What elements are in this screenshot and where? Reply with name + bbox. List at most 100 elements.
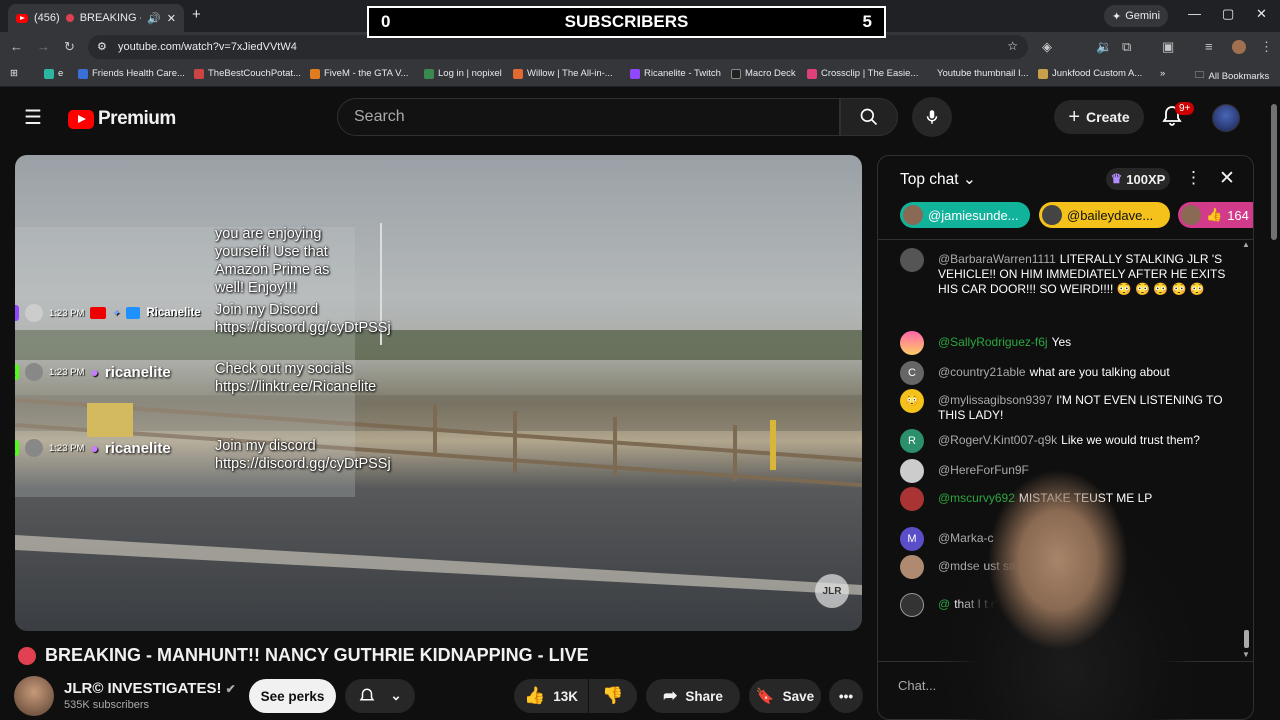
bookmark-star-icon[interactable]: ☆: [1007, 39, 1018, 53]
pinned-chip[interactable]: 👍 164: [1178, 202, 1253, 228]
chat-author[interactable]: @SallyRodriguez-f6j: [938, 335, 1048, 349]
menu-icon[interactable]: ⋮: [1260, 39, 1273, 55]
chat-author[interactable]: @HereForFun9F: [938, 463, 1029, 477]
chat-scrollbar-thumb[interactable]: [1244, 630, 1249, 648]
top-chat-label: Top chat: [900, 171, 959, 188]
chat-author[interactable]: @mdse: [938, 559, 980, 573]
youtube-logo[interactable]: Premium: [68, 108, 176, 130]
dislike-button[interactable]: 👎: [589, 679, 637, 713]
channel-avatar[interactable]: [14, 676, 54, 716]
chat-author[interactable]: @RogerV.Kint007-q9k: [938, 433, 1057, 447]
chat-input[interactable]: Chat...: [898, 678, 936, 693]
bookmark-label: Log in | nopixel: [438, 68, 502, 79]
close-window-icon[interactable]: ✕: [1256, 6, 1267, 22]
address-bar[interactable]: ⚙ youtube.com/watch?v=7xJiedVVtW4 ☆: [88, 35, 1028, 59]
xp-badge[interactable]: ♛ 100XP: [1106, 168, 1170, 190]
gemini-button[interactable]: ✦ Gemini: [1104, 5, 1169, 27]
search-button[interactable]: [840, 98, 898, 136]
speaker-icon[interactable]: 🔊: [147, 12, 161, 25]
chat-menu-icon[interactable]: ⋮: [1185, 168, 1202, 188]
bookmark-favicon-icon: [731, 68, 741, 79]
overlay-right-count: 5: [862, 12, 872, 31]
chat-author[interactable]: @Marka-c: [938, 531, 994, 545]
apps-icon[interactable]: ⊞: [10, 68, 18, 79]
bookmark-label: Friends Health Care...: [92, 68, 185, 79]
chat-scroll-up-icon[interactable]: ▲: [1242, 240, 1250, 249]
bookmark-item[interactable]: Junkfood Custom A...: [1038, 68, 1142, 79]
new-tab-icon[interactable]: +: [192, 6, 201, 23]
reload-icon[interactable]: ↻: [64, 39, 75, 55]
overlay-time: 1:23 PM: [49, 307, 85, 319]
notifications-button[interactable]: ⌄: [345, 679, 415, 713]
folder-icon: 🗀: [1195, 70, 1205, 81]
video-player[interactable]: you are enjoying yourself! Use that Amaz…: [15, 155, 862, 631]
bookmark-item[interactable]: Log in | nopixel: [424, 68, 502, 79]
chat-author[interactable]: @country21able: [938, 365, 1026, 379]
bookmark-item[interactable]: Crossclip | The Easie...: [807, 68, 918, 79]
more-bookmarks-icon[interactable]: »: [1160, 68, 1165, 79]
channel-name[interactable]: JLR© INVESTIGATES! ✔: [64, 680, 236, 697]
tab-title: BREAKING - MAN: [79, 12, 141, 24]
save-button[interactable]: 🔖 Save: [749, 679, 821, 713]
bookmark-favicon-icon: [424, 68, 434, 79]
chip-avatar: [903, 205, 923, 225]
channel-watermark[interactable]: JLR: [815, 574, 849, 608]
page-scrollbar-thumb[interactable]: [1271, 104, 1277, 240]
bookmark-item[interactable]: e: [44, 68, 63, 79]
bookmark-item[interactable]: Ricanelite - Twitch: [630, 68, 721, 79]
overlay-message-meta: K 1:23 PM ● ricanelite: [15, 363, 171, 381]
extension-icon[interactable]: ◈: [1042, 39, 1052, 55]
bookmark-item[interactable]: FiveM - the GTA V...: [310, 68, 408, 79]
bell-icon: [359, 688, 375, 701]
bookmark-item[interactable]: Macro Deck: [731, 68, 796, 79]
bookmark-item[interactable]: Willow | The All-in-...: [513, 68, 613, 79]
share-button[interactable]: ➦ Share: [646, 679, 740, 713]
crown-icon: ♛: [1110, 171, 1123, 186]
queue-icon[interactable]: ≡: [1205, 39, 1213, 54]
back-icon[interactable]: ←: [10, 39, 23, 54]
bookmark-item[interactable]: TheBestCouchPotat...: [194, 68, 301, 79]
like-icon: 👍: [1206, 207, 1223, 222]
top-chat-dropdown[interactable]: Top chat ⌄: [900, 170, 976, 189]
forward-icon[interactable]: →: [37, 39, 50, 54]
all-bookmarks[interactable]: 🗀 All Bookmarks: [1195, 68, 1269, 84]
bookmark-item[interactable]: Friends Health Care...: [78, 68, 185, 79]
volume-icon[interactable]: 🔉: [1096, 39, 1112, 55]
bookmark-favicon-icon: [1038, 68, 1048, 79]
chip-label: @baileydave...: [1067, 207, 1154, 223]
site-info-icon[interactable]: ⚙: [97, 40, 107, 53]
chat-author[interactable]: @BarbaraWarren1111: [938, 252, 1056, 266]
live-indicator-icon: [18, 647, 36, 665]
puzzle-icon[interactable]: ⧉: [1122, 39, 1131, 55]
profile-icon[interactable]: [1232, 40, 1246, 54]
sidepanel-icon[interactable]: ▣: [1162, 39, 1174, 55]
pinned-chip[interactable]: @jamiesunde...: [900, 202, 1030, 228]
search-input[interactable]: Search: [337, 98, 840, 136]
create-button[interactable]: + Create: [1054, 100, 1144, 134]
chat-text: Yes: [1051, 335, 1072, 349]
see-perks-button[interactable]: See perks: [249, 679, 336, 713]
chat-author[interactable]: @mscurvy692: [938, 491, 1015, 505]
bookmark-label: Ricanelite - Twitch: [644, 68, 721, 79]
bookmark-item[interactable]: Youtube thumbnail I...: [937, 68, 1029, 79]
chat-scroll-down-icon[interactable]: ▼: [1242, 650, 1250, 659]
tab-youtube[interactable]: (456) BREAKING - MAN 🔊 ✕: [8, 4, 184, 32]
chat-author[interactable]: @: [938, 597, 950, 611]
hamburger-menu-icon[interactable]: ☰: [24, 105, 42, 130]
search-icon: [860, 108, 878, 126]
like-button[interactable]: 👍 13K: [514, 679, 588, 713]
maximize-icon[interactable]: ▢: [1222, 6, 1234, 22]
all-bookmarks-label: All Bookmarks: [1208, 70, 1270, 82]
close-tab-icon[interactable]: ✕: [167, 12, 176, 25]
chip-avatar: [1181, 205, 1201, 225]
bookmark-label: FiveM - the GTA V...: [324, 68, 409, 79]
mic-badge-icon: ●: [90, 440, 99, 456]
more-actions-button[interactable]: •••: [829, 679, 863, 713]
chat-divider: [878, 661, 1253, 662]
close-chat-icon[interactable]: ✕: [1219, 167, 1235, 190]
pinned-chip[interactable]: @baileydave...: [1039, 202, 1170, 228]
minimize-icon[interactable]: —: [1188, 6, 1201, 21]
account-avatar[interactable]: [1212, 104, 1240, 132]
chat-author[interactable]: @mylissagibson9397: [938, 393, 1052, 407]
voice-search-button[interactable]: [912, 97, 952, 137]
